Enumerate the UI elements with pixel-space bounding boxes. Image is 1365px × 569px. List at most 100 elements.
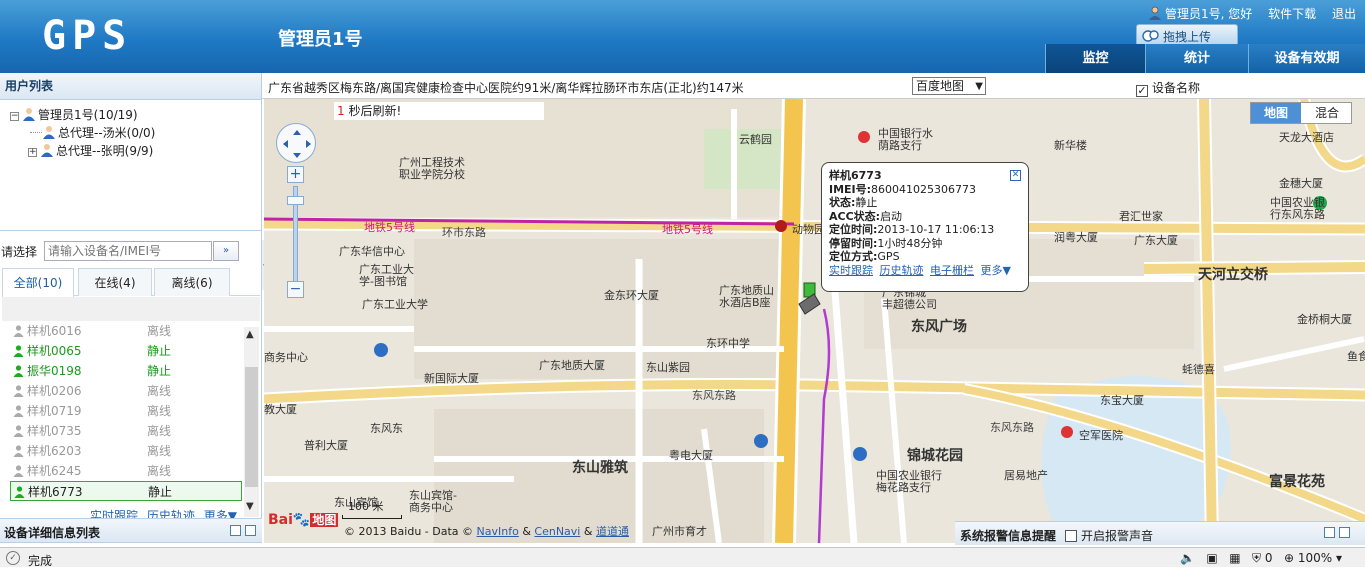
map-label: 东宝大厦 <box>1100 394 1144 407</box>
device-row[interactable]: 样机0065 静止 <box>10 341 242 361</box>
device-row[interactable]: 样机6203 离线 <box>10 441 242 461</box>
minimize-icon[interactable] <box>230 525 241 536</box>
chevron-down-icon[interactable]: ▾ <box>1336 551 1342 565</box>
person-icon <box>13 445 24 457</box>
device-status: 离线 <box>147 404 172 418</box>
map-view[interactable]: 云鹤园 中国银行水 荫路支行 新华楼 天龙大酒店 广州工程技术 职业学院分校 金穗大厦 中国农业… <box>264 99 1365 543</box>
popup-geofence-link[interactable]: 电子栅栏 <box>930 264 974 277</box>
map-label: 云鹤园 <box>739 133 772 146</box>
map-label: 金东环大厦 <box>604 289 659 302</box>
tree-node-zhangming[interactable]: + 总代理--张明(9/9) <box>10 142 261 160</box>
map-type-hybrid[interactable]: 混合 <box>1302 103 1352 123</box>
device-list-scrollbar[interactable]: ▲ ▼ <box>244 327 259 517</box>
user-list-title: 用户列表 <box>0 73 261 100</box>
scroll-down-icon[interactable]: ▼ <box>246 501 254 512</box>
alarm-sound-label: 开启报警声音 <box>1081 529 1154 543</box>
refresh-text: 秒后刷新! <box>344 104 402 118</box>
left-panel: 用户列表 − 管理员1号(10/19) 总代理--汤米(0/0) + 总代理--张明… <box>0 73 262 543</box>
popup-mode: 定位方式:GPS <box>829 250 900 263</box>
device-status: 静止 <box>147 344 172 358</box>
map-label: 商务中心 <box>409 501 453 514</box>
map-label: 天龙大酒店 <box>1279 131 1334 144</box>
device-name: 样机0719 <box>27 404 82 418</box>
device-status: 静止 <box>148 485 173 499</box>
grid-icon[interactable]: ▦ <box>1229 551 1240 565</box>
maximize-icon[interactable] <box>245 525 256 536</box>
tab-offline[interactable]: 离线(6) <box>154 268 230 296</box>
device-row[interactable]: 样机6016 离线 <box>10 321 242 341</box>
device-row[interactable]: 样机6773 静止 <box>10 481 242 501</box>
map-label: 东山雅筑 <box>572 460 628 476</box>
map-label: 鱼食 <box>1347 350 1365 363</box>
cennavi-link[interactable]: CenNavi <box>534 525 580 538</box>
tree-node-admin[interactable]: − 管理员1号(10/19) <box>10 106 261 124</box>
minimize-icon[interactable] <box>1324 527 1335 538</box>
popup-more-link[interactable]: 更多▼ <box>981 264 1011 277</box>
device-row[interactable]: 振华0198 静止 <box>10 361 242 381</box>
map-type-map[interactable]: 地图 <box>1251 103 1301 123</box>
map-label: 东山紫园 <box>646 361 690 374</box>
zoom-level[interactable]: 100% <box>1298 551 1332 565</box>
map-label: 东风东 <box>370 422 403 435</box>
expand-toggle[interactable]: + <box>28 148 37 157</box>
device-status: 离线 <box>147 424 172 438</box>
device-name-checkbox[interactable]: ✓ <box>1136 85 1148 97</box>
tab-statistics[interactable]: 统计 <box>1145 44 1248 73</box>
alarm-sound-checkbox[interactable] <box>1065 530 1077 542</box>
alarm-sound-toggle[interactable]: 开启报警声音 <box>1065 527 1153 544</box>
popup-history-link[interactable]: 历史轨迹 <box>880 264 924 277</box>
popup-realtime-link[interactable]: 实时跟踪 <box>829 264 873 277</box>
zoom-icon[interactable]: ⊕ <box>1284 551 1294 565</box>
user-icon <box>23 108 35 121</box>
search-dropdown-button[interactable]: » <box>213 241 239 261</box>
double-chevron-down-icon: » <box>222 245 230 256</box>
daodaotong-link[interactable]: 道道通 <box>596 525 629 538</box>
drag-upload-button[interactable]: 拖拽上传 <box>1136 24 1238 46</box>
alarm-panel-header: 系统报警信息提醒 开启报警声音 <box>955 521 1365 545</box>
scroll-thumb[interactable] <box>245 367 258 487</box>
device-status: 离线 <box>147 464 172 478</box>
tab-monitor[interactable]: 监控 <box>1045 44 1145 73</box>
pan-control[interactable] <box>276 123 316 163</box>
window-icon[interactable]: ▣ <box>1206 551 1217 565</box>
close-icon[interactable]: ✕ <box>1010 170 1021 181</box>
person-icon <box>13 425 24 437</box>
device-row[interactable]: 样机0206 离线 <box>10 381 242 401</box>
zoom-slider-knob[interactable] <box>287 196 304 205</box>
zoom-out-button[interactable]: − <box>287 281 304 298</box>
tab-all[interactable]: 全部(10) <box>2 268 74 297</box>
download-link[interactable]: 软件下载 <box>1268 7 1316 21</box>
map-label: 商务中心 <box>264 351 308 364</box>
speaker-icon[interactable]: 🔈 <box>1180 551 1195 565</box>
map-label: 新国际大厦 <box>424 372 479 385</box>
device-list: 样机6016 离线 样机0065 静止 振华0198 静止 样机0206 离线 样机0719 离线… <box>10 321 242 511</box>
collapse-toggle[interactable]: − <box>10 112 19 121</box>
scroll-up-icon[interactable]: ▲ <box>246 329 254 340</box>
device-row[interactable]: 样机0719 离线 <box>10 401 242 421</box>
device-search-input[interactable] <box>44 241 212 261</box>
device-name: 样机6016 <box>27 324 82 338</box>
device-row[interactable]: 样机6245 离线 <box>10 461 242 481</box>
zoom-in-button[interactable]: + <box>287 166 304 183</box>
device-row[interactable]: 样机0735 离线 <box>10 421 242 441</box>
map-label: 粤电大厦 <box>669 449 713 462</box>
map-provider-select[interactable]: 百度地图 ▼ <box>912 77 986 95</box>
tree-node-tommy[interactable]: 总代理--汤米(0/0) <box>10 124 261 142</box>
scale-label: 100 米 <box>348 500 384 513</box>
status-right: 🔈 ▣ ▦ ⛨ 0 ⊕ 100% ▾ <box>1180 551 1342 566</box>
tab-device-expiry[interactable]: 设备有效期 <box>1248 44 1365 73</box>
logout-link[interactable]: 退出 <box>1332 7 1356 21</box>
device-name: 样机0206 <box>27 384 82 398</box>
tree-node-label: 管理员1号(10/19) <box>38 108 138 122</box>
chevron-down-icon: ▼ <box>975 81 983 92</box>
map-type-switch: 地图 混合 <box>1250 102 1352 124</box>
shield-icon[interactable]: ⛨ <box>1252 551 1261 565</box>
tab-online[interactable]: 在线(4) <box>78 268 152 296</box>
navinfo-link[interactable]: NavInfo <box>477 525 519 538</box>
map-label: 环市东路 <box>442 226 486 239</box>
map-provider-value: 百度地图 <box>916 79 965 93</box>
device-status: 离线 <box>147 384 172 398</box>
maximize-icon[interactable] <box>1339 527 1350 538</box>
device-name-toggle[interactable]: ✓ 设备名称 <box>1136 79 1200 97</box>
map-label: 地铁5号线 <box>662 223 713 236</box>
